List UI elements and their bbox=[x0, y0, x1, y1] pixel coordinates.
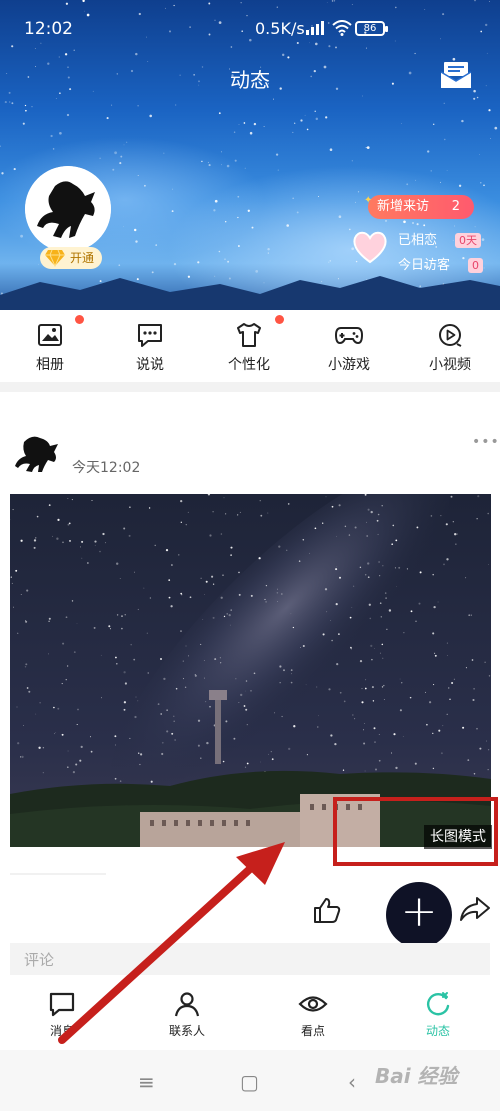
comment-input[interactable]: 评论 bbox=[10, 943, 490, 975]
tab-label: 动态 bbox=[425, 1024, 450, 1038]
tab-feed[interactable]: 动态 bbox=[393, 990, 483, 1039]
header-banner: 12:02 0.5K/s 86 动态 开通 ✦ 新增来访 2 已相恋 0天 今日… bbox=[0, 0, 500, 310]
shortcut-personalize[interactable]: 个性化 bbox=[209, 322, 289, 374]
menu-icon[interactable]: ≡ bbox=[138, 1070, 155, 1094]
vip-open-badge[interactable]: 开通 bbox=[40, 247, 103, 269]
heart-icon[interactable] bbox=[352, 230, 388, 264]
eye-icon bbox=[298, 996, 328, 1012]
new-visitors-count: 2 bbox=[451, 199, 460, 214]
tab-label: 消息 bbox=[49, 1024, 74, 1038]
baidu-watermark: Bai 经验 bbox=[375, 1064, 458, 1088]
chat-bubble-icon bbox=[138, 324, 162, 347]
tab-label: 看点 bbox=[300, 1024, 325, 1038]
cat-silhouette-icon bbox=[25, 166, 111, 252]
share-icon[interactable] bbox=[459, 895, 491, 923]
shortcut-row: 相册 说说 个性化 小游戏 小视频 bbox=[0, 310, 500, 382]
new-visitors-label: 新增来访 bbox=[377, 199, 430, 214]
mail-icon[interactable] bbox=[440, 60, 472, 90]
photo-album-icon bbox=[38, 324, 62, 346]
stat-label: 今日访客 bbox=[398, 258, 451, 273]
network-speed: 0.5K/s bbox=[255, 19, 305, 38]
today-visitors-stat[interactable]: 今日访客 0 bbox=[398, 254, 484, 273]
shortcut-games[interactable]: 小游戏 bbox=[309, 322, 389, 374]
refresh-icon bbox=[427, 992, 450, 1016]
days-in-love-stat[interactable]: 已相恋 0天 bbox=[398, 229, 482, 248]
shortcut-label: 个性化 bbox=[228, 357, 270, 373]
bottom-tab-bar: 消息 联系人 看点 动态 bbox=[0, 982, 500, 1050]
shortcut-label: 相册 bbox=[36, 357, 64, 373]
milky-way-photo bbox=[10, 494, 491, 847]
stat-label: 已相恋 bbox=[398, 233, 438, 248]
tab-messages[interactable]: 消息 bbox=[17, 990, 107, 1039]
page-title: 动态 bbox=[230, 68, 270, 92]
add-post-button[interactable]: + bbox=[386, 882, 452, 948]
tab-discover[interactable]: 看点 bbox=[268, 990, 358, 1039]
wifi-icon bbox=[332, 20, 352, 36]
profile-avatar[interactable] bbox=[25, 166, 111, 252]
shortcut-shuoshuo[interactable]: 说说 bbox=[110, 322, 190, 374]
shortcut-label: 说说 bbox=[136, 357, 164, 373]
message-icon bbox=[49, 992, 75, 1017]
diamond-icon bbox=[45, 249, 65, 267]
stat-value: 0天 bbox=[455, 233, 482, 248]
post-image[interactable] bbox=[10, 494, 491, 847]
shortcut-videos[interactable]: 小视频 bbox=[410, 322, 490, 374]
status-bar: 12:02 0.5K/s 86 bbox=[0, 0, 500, 58]
battery-icon: 86 bbox=[355, 21, 388, 36]
section-divider bbox=[0, 382, 500, 392]
annotation-highlight-box bbox=[333, 797, 498, 866]
like-icon[interactable] bbox=[312, 896, 342, 924]
stat-value: 0 bbox=[468, 258, 484, 273]
home-icon[interactable]: ▢ bbox=[240, 1070, 259, 1094]
vip-label: 开通 bbox=[70, 251, 95, 265]
sparkle-icon: ✦ bbox=[364, 195, 373, 206]
tab-label: 联系人 bbox=[168, 1024, 205, 1038]
post-timestamp: 今天12:02 bbox=[72, 460, 141, 476]
gamepad-icon bbox=[334, 327, 364, 345]
shortcut-album[interactable]: 相册 bbox=[10, 322, 90, 374]
tshirt-icon bbox=[237, 323, 261, 347]
shortcut-label: 小游戏 bbox=[328, 357, 370, 373]
mountain-silhouette bbox=[0, 276, 500, 310]
notification-dot bbox=[275, 315, 284, 324]
contacts-icon bbox=[174, 992, 200, 1017]
tab-contacts[interactable]: 联系人 bbox=[142, 990, 232, 1039]
caption-placeholder-line bbox=[10, 873, 106, 875]
new-visitors-pill[interactable]: ✦ 新增来访 2 bbox=[364, 195, 474, 219]
status-time: 12:02 bbox=[24, 19, 73, 39]
more-options-button[interactable]: ••• bbox=[472, 434, 500, 450]
back-icon[interactable]: ‹ bbox=[348, 1070, 356, 1094]
comment-placeholder: 评论 bbox=[24, 951, 55, 969]
signal-icon bbox=[306, 21, 324, 35]
notification-dot bbox=[75, 315, 84, 324]
post-author-avatar[interactable] bbox=[14, 432, 60, 472]
shortcut-label: 小视频 bbox=[429, 357, 471, 373]
video-play-icon bbox=[439, 324, 462, 347]
